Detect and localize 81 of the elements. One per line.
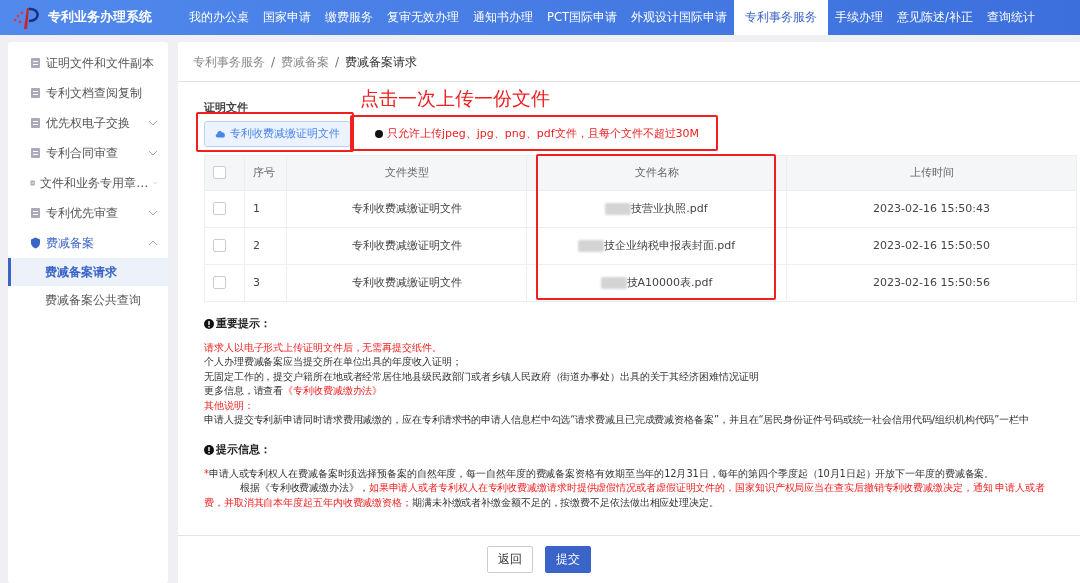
nav-tab[interactable]: 复审无效办理 bbox=[380, 0, 466, 35]
notice-text: 无固定工作的，提交户籍所在地或者经常居住地县级民政部门或者乡镇人民政府（街道办事处）出具的关于其经济困难情况证明 bbox=[204, 370, 759, 382]
checkbox[interactable] bbox=[213, 276, 226, 290]
sidebar-item[interactable]: 文件和业务专用章… bbox=[8, 168, 168, 198]
table-cell: 专利收费减缴证明文件 bbox=[351, 275, 462, 289]
notice-text: 申请人提交专利新申请同时请求费用减缴的，应在专利请求书的申请人信息栏中勾选“请求费减且已完成费减资格备案”，并且在“居民身份证件号码或统一社会信用代码/组织机构代码”一栏中 bbox=[204, 414, 1029, 426]
document-icon bbox=[30, 87, 41, 99]
table-cell: 2 bbox=[253, 238, 260, 252]
notice-text: 个人办理费减备案应当提交所在单位出具的年度收入证明； bbox=[204, 356, 462, 368]
nav-tab[interactable]: PCT国际申请 bbox=[540, 0, 624, 35]
document-icon bbox=[30, 147, 41, 159]
notice-text: 如果申请人或者专利权人在专利收费减缴请求时提供虚假情况或者虚假证明文件的，国家知识产权局应当在查实后撤销专利收费减缴决定，通知 申请人或者 bbox=[368, 482, 1045, 494]
bullet-icon bbox=[375, 129, 383, 138]
logo-icon bbox=[12, 5, 42, 30]
notice-text: 《专利收费减缴办法》 bbox=[283, 385, 383, 397]
document-icon bbox=[30, 117, 41, 129]
table-cell: 专利收费减缴证明文件 bbox=[351, 238, 462, 252]
sidebar-item[interactable]: 专利文档查阅复制 bbox=[8, 78, 168, 108]
column-header: 文件类型 bbox=[384, 165, 429, 179]
sidebar-item[interactable]: 专利合同审查 bbox=[8, 138, 168, 168]
notice-text: 期满未补缴或者补缴金额不足的，按缴费不足依法做出相应处理决定。 bbox=[411, 496, 719, 508]
notice-text: 根据《专利收费减缴办法》， bbox=[240, 482, 369, 494]
nav-tab[interactable]: 意见陈述/补正 bbox=[890, 0, 980, 35]
sidebar-item[interactable]: 优先权电子交换 bbox=[8, 108, 168, 138]
breadcrumb-separator: / bbox=[335, 53, 340, 71]
nav-tab[interactable]: 查询统计 bbox=[979, 0, 1042, 35]
blurred-text bbox=[605, 202, 632, 215]
cloud-upload-icon bbox=[215, 129, 226, 139]
notice-title: 重要提示： bbox=[216, 316, 271, 332]
document-icon bbox=[30, 57, 41, 69]
notice-text: 更多信息，请查看 bbox=[204, 385, 284, 397]
nav-tab[interactable]: 通知书办理 bbox=[466, 0, 540, 35]
column-header: 序号 bbox=[253, 165, 275, 179]
sidebar-subitem[interactable]: 费减备案公共查询 bbox=[8, 286, 168, 314]
alert-icon bbox=[204, 445, 214, 456]
nav-tab[interactable]: 缴费服务 bbox=[318, 0, 380, 35]
back-button[interactable]: 返回 bbox=[487, 545, 533, 574]
nav-tab[interactable]: 外观设计国际申请 bbox=[624, 0, 734, 35]
notice-text: 申请人或专利权人在费减备案时须选择预备案的自然年度，每一自然年度的费减备案资格有效期至当年的12月31日，每年的第四个季度起（10月1日起）开放下一年度的费减备案。 bbox=[208, 467, 995, 479]
table-cell: 技营业执照.pdf bbox=[631, 201, 708, 215]
upload-hint: 只允许上传jpeg、jpg、png、pdf文件，且每个文件不超过30M bbox=[387, 125, 700, 142]
table-cell: 技A10000表.pdf bbox=[626, 275, 713, 289]
app-title: 专利业务办理系统 bbox=[48, 8, 152, 27]
shield-icon bbox=[30, 237, 41, 249]
blurred-text bbox=[600, 276, 627, 289]
notice-text: 其他说明： bbox=[204, 399, 254, 411]
sidebar-item[interactable]: 费减备案 bbox=[8, 228, 168, 258]
breadcrumb-current: 费减备案请求 bbox=[345, 53, 418, 71]
upload-button[interactable]: 专利收费减缴证明文件 bbox=[204, 120, 351, 147]
nav-tab[interactable]: 国家申请 bbox=[256, 0, 318, 35]
checkbox[interactable] bbox=[213, 166, 226, 180]
table-cell: 2023-02-16 15:50:56 bbox=[873, 275, 990, 289]
blurred-text bbox=[577, 239, 604, 252]
section-title: 证明文件 bbox=[204, 100, 249, 116]
sidebar-item[interactable]: 证明文件和文件副本 bbox=[8, 48, 168, 78]
nav-tab[interactable]: 专利事务服务 bbox=[734, 0, 828, 35]
sidebar-item[interactable]: 专利优先审查 bbox=[8, 198, 168, 228]
alert-icon bbox=[204, 319, 214, 330]
table-cell: 1 bbox=[253, 201, 260, 215]
checkbox[interactable] bbox=[213, 239, 226, 253]
table-cell: 技企业纳税申报表封面.pdf bbox=[603, 238, 736, 252]
nav-tab[interactable]: 我的办公桌 bbox=[182, 0, 256, 35]
annotation-text: 点击一次上传一份文件 bbox=[360, 86, 550, 111]
breadcrumb-link[interactable]: 费减备案 bbox=[281, 52, 330, 71]
submit-button[interactable]: 提交 bbox=[545, 545, 591, 574]
table-cell: 3 bbox=[253, 275, 260, 289]
table-cell: 2023-02-16 15:50:43 bbox=[873, 201, 990, 215]
notice-text: 费，并取消其自本年度起五年内收费减缴资格； bbox=[204, 496, 412, 508]
table-cell: 专利收费减缴证明文件 bbox=[351, 201, 462, 215]
breadcrumb-link[interactable]: 专利事务服务 bbox=[193, 52, 265, 71]
column-header: 上传时间 bbox=[909, 165, 954, 179]
document-icon bbox=[30, 207, 41, 219]
notice-text: 请求人以电子形式上传证明文件后，无需再提交纸件。 bbox=[204, 341, 442, 353]
notice-text: * bbox=[204, 467, 209, 479]
checkbox[interactable] bbox=[213, 202, 226, 216]
notice-title: 提示信息： bbox=[216, 442, 271, 459]
breadcrumb-separator: / bbox=[271, 53, 276, 71]
nav-tab[interactable]: 手续办理 bbox=[828, 0, 890, 35]
column-header: 文件名称 bbox=[634, 165, 679, 179]
sidebar-subitem[interactable]: 费减备案请求 bbox=[8, 258, 168, 286]
table-cell: 2023-02-16 15:50:50 bbox=[873, 238, 990, 252]
